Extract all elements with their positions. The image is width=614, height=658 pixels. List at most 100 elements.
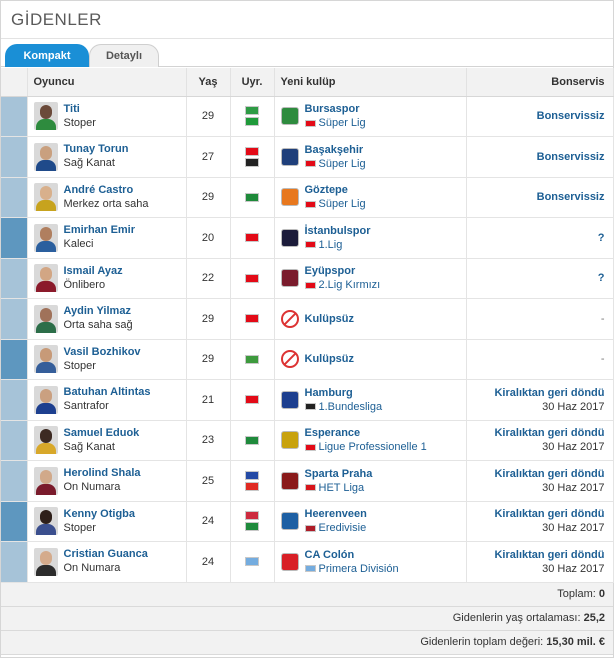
new-club-cell: Esperance Ligue Professionelle 1 — [274, 420, 467, 461]
player-photo[interactable] — [33, 345, 58, 374]
player-name-link[interactable]: Cristian Guanca — [64, 547, 148, 561]
league-link[interactable]: Ligue Professionelle 1 — [304, 440, 427, 454]
league-link[interactable]: Süper Lig — [304, 197, 366, 211]
fee-link[interactable]: ? — [467, 271, 605, 285]
league-link[interactable]: Süper Lig — [304, 116, 366, 130]
player-cell: Tunay Torun Sağ Kanat — [27, 136, 187, 178]
fee-link[interactable]: Bonservissiz — [467, 150, 605, 164]
player-age: 25 — [186, 460, 231, 502]
header-fee[interactable]: Bonservis — [466, 68, 614, 97]
player-name-link[interactable]: Kenny Otigba — [64, 507, 136, 521]
table-row: Samuel Eduok Sağ Kanat 23 Esperance Ligue Pr… — [1, 420, 614, 461]
player-name-link[interactable]: Emirhan Emir — [64, 223, 136, 237]
league-link[interactable]: 1.Lig — [304, 238, 371, 252]
league-name: Primera División — [318, 562, 399, 575]
player-photo[interactable] — [33, 507, 58, 536]
league-link[interactable]: 1.Bundesliga — [304, 400, 383, 414]
player-name-link[interactable]: Vasil Bozhikov — [64, 345, 141, 359]
player-position: Stoper — [63, 116, 96, 129]
player-age: 23 — [186, 420, 231, 461]
row-stripe — [1, 420, 28, 461]
header-player[interactable]: Oyuncu — [27, 68, 187, 97]
league-flag-icon — [304, 160, 316, 168]
league-flag-icon — [304, 565, 316, 573]
league-link[interactable]: HET Liga — [304, 481, 373, 495]
player-photo[interactable] — [33, 264, 58, 293]
league-link[interactable]: Primera División — [304, 562, 399, 576]
player-name-link[interactable]: Samuel Eduok — [64, 426, 140, 440]
fee-date: 30 Haz 2017 — [542, 441, 605, 454]
nationality-flag-icon — [245, 146, 259, 156]
nationality-cell — [230, 298, 275, 340]
fee-cell: Bonservissiz — [466, 177, 614, 218]
player-photo[interactable] — [33, 426, 58, 455]
league-flag-icon — [304, 524, 316, 532]
header-age[interactable]: Yaş — [186, 68, 231, 97]
fee-link[interactable]: ? — [467, 231, 605, 245]
league-link[interactable]: 2.Lig Kırmızı — [304, 278, 380, 292]
player-photo[interactable] — [33, 142, 58, 171]
club-name-link[interactable]: İstanbulspor — [305, 224, 371, 238]
league-link[interactable]: Eredivisie — [304, 521, 367, 535]
player-cell: Cristian Guanca On Numara — [27, 541, 187, 583]
player-name-link[interactable]: Ismail Ayaz — [64, 264, 123, 278]
table-row: Batuhan Altintas Santrafor 21 Hamburg 1.Bund… — [1, 379, 614, 421]
header-nationality[interactable]: Uyr. — [230, 68, 275, 97]
fee-link[interactable]: Kiralıktan geri döndü — [467, 507, 604, 521]
club-crest-icon — [280, 390, 299, 409]
fee-link[interactable]: Kiralıktan geri döndü — [467, 426, 604, 440]
league-name: 1.Bundesliga — [318, 400, 383, 413]
table-row: Ismail Ayaz Önlibero 22 Eyüpspor 2.Lig Kırmı… — [1, 258, 614, 299]
fee-cell: ? — [466, 258, 614, 299]
league-name: HET Liga — [318, 481, 365, 494]
player-photo[interactable] — [33, 466, 58, 495]
new-club-cell: Göztepe Süper Lig — [274, 177, 467, 218]
tab-detayli[interactable]: Detaylı — [89, 44, 159, 67]
club-name-link[interactable]: Heerenveen — [305, 507, 367, 521]
fee-cell: - — [466, 298, 614, 340]
club-name-link[interactable]: Bursaspor — [305, 102, 366, 116]
club-name-link[interactable]: CA Colón — [305, 548, 399, 562]
player-name-link[interactable]: Herolind Shala — [64, 466, 141, 480]
player-photo[interactable] — [33, 183, 58, 212]
player-photo[interactable] — [33, 547, 58, 576]
player-name-link[interactable]: Aydin Yilmaz — [64, 304, 133, 318]
player-name-link[interactable]: Batuhan Altintas — [64, 385, 151, 399]
new-club-cell: Başakşehir Süper Lig — [274, 136, 467, 178]
summary-total-value-row: Gidenlerin toplam değeri: 15,30 mil. € — [1, 630, 613, 655]
table-row: Tunay Torun Sağ Kanat 27 Başakşehir Süper Li… — [1, 136, 614, 178]
nationality-cell — [230, 136, 275, 178]
header-new-club[interactable]: Yeni kulüp — [274, 68, 467, 97]
fee-link[interactable]: Kiralıktan geri döndü — [467, 548, 604, 562]
player-name-link[interactable]: Tunay Torun — [64, 142, 129, 156]
tab-kompakt[interactable]: Kompakt — [5, 44, 89, 67]
nationality-cell — [230, 460, 275, 502]
player-name-link[interactable]: André Castro — [64, 183, 149, 197]
fee-cell: Bonservissiz — [466, 136, 614, 178]
league-flag-icon — [304, 443, 316, 451]
league-link[interactable]: Süper Lig — [304, 157, 366, 171]
fee-date: 30 Haz 2017 — [542, 400, 605, 413]
player-photo[interactable] — [33, 304, 58, 333]
club-name-link[interactable]: Sparta Praha — [305, 467, 373, 481]
club-name-link: Kulüpsüz — [304, 353, 355, 366]
club-name-link[interactable]: Eyüpspor — [305, 264, 381, 278]
player-position: Kaleci — [63, 238, 94, 251]
fee-link[interactable]: Kiralıktan geri döndü — [467, 467, 604, 481]
club-name-link[interactable]: Esperance — [305, 426, 427, 440]
player-name-link[interactable]: Titi — [64, 102, 96, 116]
player-photo[interactable] — [33, 223, 58, 252]
fee-link[interactable]: Bonservissiz — [467, 190, 605, 204]
fee-link[interactable]: Bonservissiz — [467, 109, 605, 123]
player-cell: Samuel Eduok Sağ Kanat — [27, 420, 187, 461]
fee-cell: Bonservissiz — [466, 96, 614, 137]
nationality-flag-icon — [245, 522, 259, 532]
fee-link[interactable]: Kiralıktan geri döndü — [467, 386, 604, 400]
club-name-link[interactable]: Göztepe — [305, 183, 366, 197]
transfers-out-box: GİDENLER Kompakt Detaylı Oyuncu Yaş Uyr.… — [0, 0, 614, 658]
club-name-link[interactable]: Başakşehir — [305, 143, 366, 157]
player-photo[interactable] — [33, 385, 58, 414]
nationality-cell — [230, 379, 275, 421]
club-name-link[interactable]: Hamburg — [305, 386, 383, 400]
player-photo[interactable] — [33, 102, 58, 131]
